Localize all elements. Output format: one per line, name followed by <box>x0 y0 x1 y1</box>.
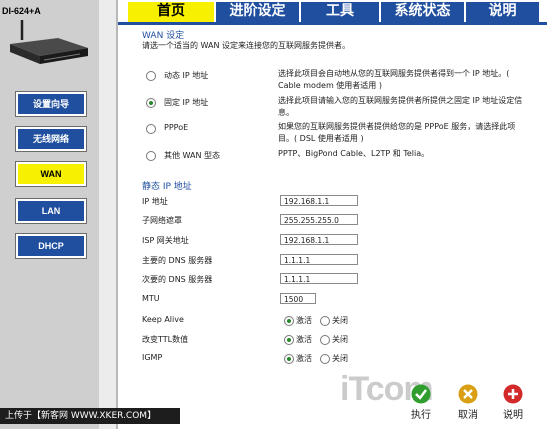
keep-alive-off-radio[interactable] <box>320 316 330 326</box>
subnet-mask-label: 子网络遮罩 <box>142 216 182 225</box>
gateway-input[interactable]: 192.168.1.1 <box>280 234 358 245</box>
igmp-on-radio[interactable] <box>284 354 294 364</box>
wan-subtitle: 请选一个适当的 WAN 设定来连接您的互联网服务提供者。 <box>142 41 351 50</box>
secondary-dns-label: 次要的 DNS 服务器 <box>142 275 213 284</box>
primary-dns-input[interactable]: 1.1.1.1 <box>280 254 358 265</box>
apply-label[interactable]: 执行 <box>411 406 431 421</box>
mtu-input[interactable]: 1500 <box>280 293 316 304</box>
tab-advanced[interactable]: 进阶设定 <box>216 2 301 22</box>
cancel-label[interactable]: 取消 <box>458 406 478 421</box>
radio-static-ip[interactable] <box>146 98 156 108</box>
static-ip-title: 静态 IP 地址 <box>142 182 192 192</box>
option-static-ip-desc: 选择此项目请输入您的互联网服务提供者所提供之固定 IP 地址设定信息。 <box>278 96 523 117</box>
sidebar-edge <box>99 0 116 429</box>
igmp-on-label: 激活 <box>296 354 312 363</box>
top-tab-bar: 首页 进阶设定 工具 系统状态 说明 <box>118 0 547 26</box>
sidebar-divider <box>116 0 118 429</box>
apply-check-icon[interactable] <box>411 384 431 404</box>
sidebar-item-wireless[interactable]: 无线网络 <box>15 126 87 152</box>
subnet-mask-input[interactable]: 255.255.255.0 <box>280 214 358 225</box>
ttl-on-label: 激活 <box>296 335 312 344</box>
tab-status[interactable]: 系统状态 <box>381 2 466 22</box>
radio-other-wan[interactable] <box>146 151 156 161</box>
option-other-wan-desc: PPTP、BigPond Cable、L2TP 和 Telia。 <box>278 149 430 158</box>
option-pppoe-label: PPPoE <box>164 123 189 132</box>
secondary-dns-input[interactable]: 1.1.1.1 <box>280 273 358 284</box>
tab-help[interactable]: 说明 <box>466 2 541 22</box>
option-static-ip-label: 固定 IP 地址 <box>164 98 209 107</box>
mtu-label: MTU <box>142 294 160 303</box>
keep-alive-label: Keep Alive <box>142 315 184 324</box>
option-other-wan-label: 其他 WAN 型态 <box>164 151 221 160</box>
igmp-off-label: 关闭 <box>332 354 348 363</box>
ttl-off-label: 关闭 <box>332 335 348 344</box>
option-pppoe-desc: 如果您的互联网服务提供者提供给您的是 PPPoE 服务，请选择此项目。( DSL… <box>278 122 516 143</box>
tab-underline <box>118 22 547 25</box>
cancel-x-icon[interactable] <box>458 384 478 404</box>
keep-alive-on-radio[interactable] <box>284 316 294 326</box>
model-label: DI-624+A <box>2 6 41 16</box>
ttl-label: 改变TTL数值 <box>142 335 189 344</box>
option-dynamic-ip-label: 动态 IP 地址 <box>164 71 209 80</box>
sidebar-item-setup-wizard[interactable]: 设置向导 <box>15 91 87 117</box>
gateway-label: ISP 网关地址 <box>142 236 189 245</box>
radio-pppoe[interactable] <box>146 124 156 134</box>
keep-alive-on-label: 激活 <box>296 316 312 325</box>
ttl-on-radio[interactable] <box>284 335 294 345</box>
radio-dynamic-ip[interactable] <box>146 71 156 81</box>
keep-alive-off-label: 关闭 <box>332 316 348 325</box>
help-label[interactable]: 说明 <box>503 406 523 421</box>
option-dynamic-ip-desc: 选择此项目会自动地从您的互联网服务提供者得到一个 IP 地址。( Cable m… <box>278 69 510 90</box>
sidebar-item-dhcp[interactable]: DHCP <box>15 233 87 259</box>
primary-dns-label: 主要的 DNS 服务器 <box>142 256 213 265</box>
main-content: WAN 设定 请选一个适当的 WAN 设定来连接您的互联网服务提供者。 动态 I… <box>130 26 535 406</box>
tab-home[interactable]: 首页 <box>128 2 216 22</box>
router-image <box>10 20 88 64</box>
help-plus-icon[interactable] <box>503 384 523 404</box>
sidebar-item-wan[interactable]: WAN <box>15 161 87 187</box>
ttl-off-radio[interactable] <box>320 335 330 345</box>
ip-address-label: IP 地址 <box>142 197 168 206</box>
uploader-footer: 上传于【新客网 WWW.XKER.COM】 <box>0 408 180 424</box>
igmp-off-radio[interactable] <box>320 354 330 364</box>
sidebar-item-lan[interactable]: LAN <box>15 198 87 224</box>
tab-tools[interactable]: 工具 <box>301 2 381 22</box>
igmp-label: IGMP <box>142 353 163 362</box>
ip-address-input[interactable]: 192.168.1.1 <box>280 195 358 206</box>
